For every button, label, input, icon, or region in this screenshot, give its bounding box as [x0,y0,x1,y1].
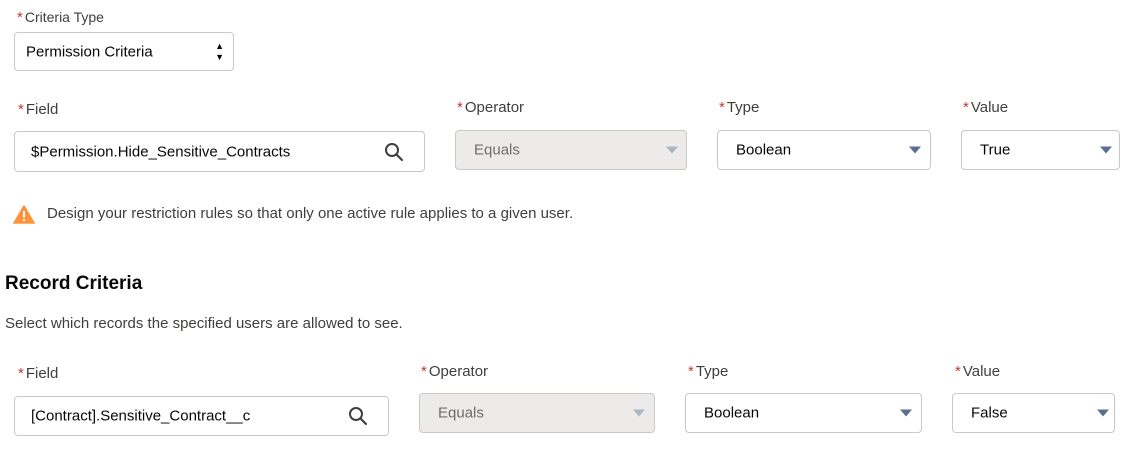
permission-operator-value: Equals [474,141,520,159]
chevron-down-icon [633,409,645,417]
permission-field-label: * Field [18,101,59,118]
permission-type-value: Boolean [736,141,792,159]
chevron-down-icon [666,146,678,154]
permission-value-select[interactable]: True [961,130,1120,170]
required-asterisk: * [955,363,961,380]
record-operator-value: Equals [438,404,484,422]
record-type-select[interactable]: Boolean [685,393,922,433]
warning-text: Design your restriction rules so that on… [47,205,574,222]
permission-field-value: $Permission.Hide_Sensitive_Contracts [31,143,291,160]
record-field-label: * Field [18,365,59,382]
chevron-down-icon [1100,146,1112,154]
criteria-type-label: * Criteria Type [17,9,104,26]
record-value-select[interactable]: False [952,393,1115,433]
required-asterisk: * [963,99,969,116]
record-operator-label: * Operator [421,363,489,380]
chevron-down-icon [1097,409,1109,417]
section-description: Select which records the specified users… [5,315,403,332]
permission-value-label: * Value [963,99,1009,116]
search-icon[interactable] [384,142,404,162]
record-field-input[interactable]: [Contract].Sensitive_Contract__c [14,396,389,436]
permission-operator-label: * Operator [457,99,525,116]
permission-value-value: True [980,141,1011,159]
chevron-down-icon [909,146,921,154]
record-type-value: Boolean [704,404,760,422]
chevron-down-icon [900,409,912,417]
record-field-value: [Contract].Sensitive_Contract__c [31,407,251,425]
permission-operator-select: Equals [455,130,687,170]
permission-type-select[interactable]: Boolean [717,130,931,170]
required-asterisk: * [18,365,24,382]
required-asterisk: * [719,99,725,116]
required-asterisk: * [421,363,427,380]
record-value-label: * Value [955,363,1001,380]
required-asterisk: * [688,363,694,380]
criteria-type-value: Permission Criteria [26,43,153,60]
required-asterisk: * [17,9,23,26]
required-asterisk: * [18,101,24,118]
record-type-label: * Type [688,363,729,380]
criteria-type-select[interactable]: Permission Criteria ▲ ▼ [14,32,234,71]
required-asterisk: * [457,99,463,116]
record-value-value: False [971,404,1008,422]
record-operator-select: Equals [419,393,655,433]
permission-field-input[interactable]: $Permission.Hide_Sensitive_Contracts [14,131,425,172]
warning-triangle-icon [13,205,35,224]
permission-type-label: * Type [719,99,760,116]
search-icon[interactable] [348,406,368,426]
up-down-arrows-icon: ▲ ▼ [215,41,224,62]
section-heading: Record Criteria [5,273,143,294]
